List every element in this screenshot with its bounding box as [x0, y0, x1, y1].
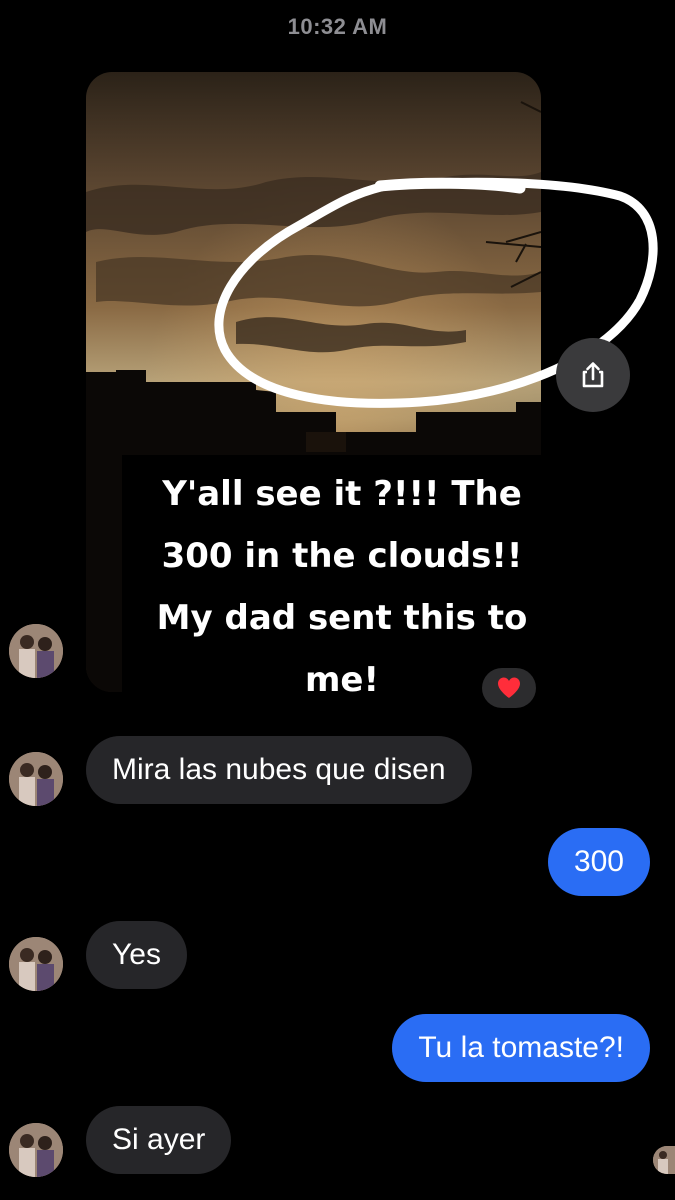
- sender-avatar[interactable]: [9, 1123, 63, 1177]
- incoming-message[interactable]: Mira las nubes que disen: [86, 736, 472, 804]
- outgoing-message[interactable]: 300: [547, 828, 650, 896]
- avatar-photo: [9, 752, 63, 806]
- avatar-photo: [9, 624, 63, 678]
- caption-line: Y'all see it ?!!! The: [162, 474, 522, 514]
- share-button[interactable]: [556, 338, 630, 412]
- avatar-photo: [9, 1123, 63, 1177]
- heart-reaction[interactable]: [482, 668, 536, 708]
- avatar-photo: [9, 937, 63, 991]
- read-receipt-avatar: [653, 1146, 675, 1174]
- outgoing-message[interactable]: Tu la tomaste?!: [392, 1014, 650, 1082]
- heart-icon: [498, 677, 520, 698]
- sender-avatar[interactable]: [9, 752, 63, 806]
- incoming-message[interactable]: Si ayer: [86, 1106, 232, 1174]
- share-icon: [582, 362, 604, 388]
- caption-line: 300 in the clouds!!: [161, 536, 523, 576]
- incoming-message[interactable]: Yes: [86, 921, 187, 989]
- message-timestamp: 10:32 AM: [287, 14, 388, 39]
- caption-line: My dad sent this to: [156, 598, 528, 638]
- sender-avatar[interactable]: [9, 937, 63, 991]
- sender-avatar[interactable]: [9, 624, 63, 678]
- avatar-photo: [653, 1146, 675, 1174]
